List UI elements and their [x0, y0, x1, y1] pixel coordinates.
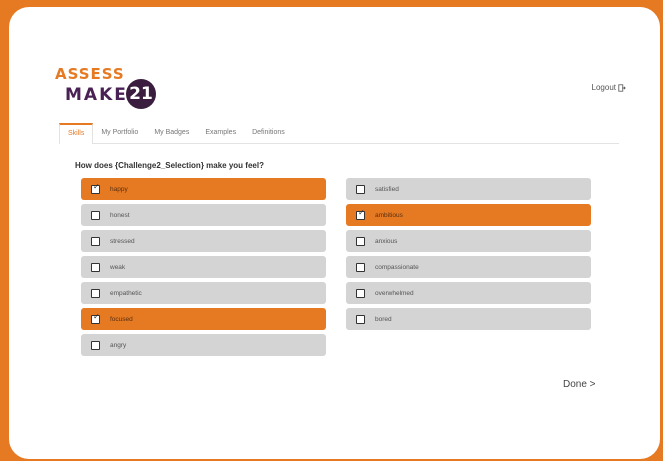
tab-skills[interactable]: Skills: [59, 123, 94, 144]
checkbox[interactable]: [91, 210, 100, 220]
option-label: bored: [375, 315, 392, 323]
done-button[interactable]: Done >: [563, 379, 596, 390]
option-label: overwhelmed: [375, 289, 414, 297]
checkbox[interactable]: [91, 288, 100, 298]
question-text: How does {Challenge2_Selection} make you…: [75, 161, 264, 170]
options-right-column: satisfied ✓ ambitious anxious compassionate o…: [346, 178, 591, 334]
option-satisfied[interactable]: satisfied: [346, 178, 591, 200]
option-bored[interactable]: bored: [346, 308, 591, 330]
tab-definitions[interactable]: Definitions: [244, 123, 293, 143]
logout-link[interactable]: Logout: [592, 83, 626, 92]
checkbox[interactable]: ✓: [91, 311, 100, 324]
option-label: satisfied: [375, 185, 399, 193]
option-angry[interactable]: angry: [81, 334, 326, 356]
option-label: ambitious: [375, 211, 403, 219]
checkmark-icon: ✓: [93, 181, 100, 191]
tab-bar: Skills My Portfolio My Badges Examples Defin…: [59, 123, 619, 144]
option-weak[interactable]: weak: [81, 256, 326, 278]
option-label: stressed: [110, 237, 135, 245]
logo-make-text: MAKE: [65, 85, 128, 105]
checkbox[interactable]: [91, 236, 100, 246]
option-label: compassionate: [375, 263, 419, 271]
checkbox[interactable]: [91, 340, 100, 350]
checkbox[interactable]: ✓: [91, 181, 100, 194]
tab-my-badges[interactable]: My Badges: [146, 123, 197, 143]
options-left-column: ✓ happy honest stressed weak empathetic ✓ focus…: [81, 178, 326, 360]
option-overwhelmed[interactable]: overwhelmed: [346, 282, 591, 304]
checkbox[interactable]: [356, 184, 365, 194]
tab-examples[interactable]: Examples: [197, 123, 244, 143]
option-empathetic[interactable]: empathetic: [81, 282, 326, 304]
option-anxious[interactable]: anxious: [346, 230, 591, 252]
checkbox[interactable]: [356, 262, 365, 272]
option-label: weak: [110, 263, 126, 271]
option-happy[interactable]: ✓ happy: [81, 178, 326, 200]
option-stressed[interactable]: stressed: [81, 230, 326, 252]
assessmake21-logo: ASSESS MAKE 21: [55, 65, 165, 115]
checkbox[interactable]: [356, 288, 365, 298]
checkbox[interactable]: ✓: [356, 207, 365, 220]
option-honest[interactable]: honest: [81, 204, 326, 226]
main-card: ASSESS MAKE 21 Logout Skills My Portfolio…: [9, 7, 660, 459]
option-compassionate[interactable]: compassionate: [346, 256, 591, 278]
option-label: anxious: [375, 237, 398, 245]
checkmark-icon: ✓: [93, 311, 100, 321]
option-label: happy: [110, 185, 128, 193]
logout-label: Logout: [591, 83, 616, 92]
checkmark-icon: ✓: [358, 207, 365, 217]
option-label: empathetic: [110, 289, 142, 297]
tab-my-portfolio[interactable]: My Portfolio: [93, 123, 146, 143]
option-label: honest: [110, 211, 130, 219]
checkbox[interactable]: [91, 262, 100, 272]
logo-badge: 21: [126, 79, 156, 109]
checkbox[interactable]: [356, 314, 365, 324]
logout-icon: [618, 83, 626, 92]
option-focused[interactable]: ✓ focused: [81, 308, 326, 330]
option-label: angry: [110, 341, 127, 349]
option-label: focused: [110, 315, 133, 323]
checkbox[interactable]: [356, 236, 365, 246]
logo-assess-text: ASSESS: [55, 65, 125, 83]
option-ambitious[interactable]: ✓ ambitious: [346, 204, 591, 226]
